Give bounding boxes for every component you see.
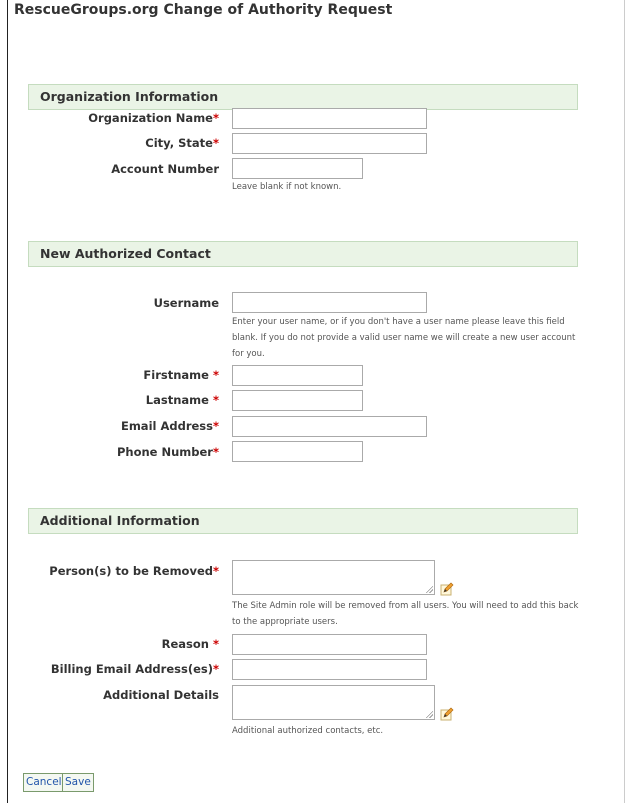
additional-details-help: Additional authorized contacts, etc. (232, 726, 384, 736)
organization-name-input[interactable] (232, 108, 427, 129)
firstname-label: Firstname * (143, 368, 219, 382)
pencil-edit-icon[interactable] (440, 707, 454, 721)
resize-grip-icon[interactable] (425, 585, 433, 593)
phone-number-input[interactable] (232, 441, 363, 462)
billing-email-label: Billing Email Address(es)* (50, 662, 219, 676)
required-marker: * (212, 111, 219, 125)
lastname-input[interactable] (232, 390, 363, 411)
organization-name-label: Organization Name* (88, 111, 219, 125)
firstname-input[interactable] (232, 365, 363, 386)
required-marker: * (212, 368, 219, 382)
account-number-help: Leave blank if not known. (232, 182, 342, 192)
username-help: Enter your user name, or if you don't ha… (232, 317, 576, 359)
email-address-label: Email Address* (120, 419, 219, 433)
additional-details-label: Additional Details (103, 688, 219, 702)
city-state-label: City, State* (145, 136, 219, 150)
persons-removed-help: The Site Admin role will be removed from… (232, 601, 579, 627)
phone-number-label: Phone Number* (116, 445, 219, 459)
username-label: Username (153, 296, 219, 310)
required-marker: * (212, 564, 219, 578)
billing-email-input[interactable] (232, 659, 427, 680)
reason-input[interactable] (232, 634, 427, 655)
persons-removed-label: Person(s) to be Removed* (49, 564, 219, 578)
resize-grip-icon[interactable] (425, 710, 433, 718)
save-button[interactable]: Save (62, 773, 94, 792)
page-title: RescueGroups.org Change of Authority Req… (14, 2, 393, 18)
section-header-additional: Additional Information (28, 508, 578, 534)
required-marker: * (212, 419, 219, 433)
reason-label: Reason * (161, 637, 219, 651)
cancel-button[interactable]: Cancel (23, 773, 65, 792)
required-marker: * (212, 136, 219, 150)
city-state-input[interactable] (232, 133, 427, 154)
lastname-label: Lastname * (145, 393, 219, 407)
required-marker: * (212, 445, 219, 459)
section-header-organization: Organization Information (28, 84, 578, 110)
required-marker: * (212, 637, 219, 651)
persons-removed-textarea[interactable] (232, 560, 435, 595)
account-number-input[interactable] (232, 158, 363, 179)
section-header-contact: New Authorized Contact (28, 241, 578, 267)
username-input[interactable] (232, 292, 427, 313)
email-address-input[interactable] (232, 416, 427, 437)
required-marker: * (212, 662, 219, 676)
required-marker: * (212, 393, 219, 407)
additional-details-textarea[interactable] (232, 685, 435, 720)
pencil-edit-icon[interactable] (440, 582, 454, 596)
account-number-label: Account Number (111, 162, 219, 176)
